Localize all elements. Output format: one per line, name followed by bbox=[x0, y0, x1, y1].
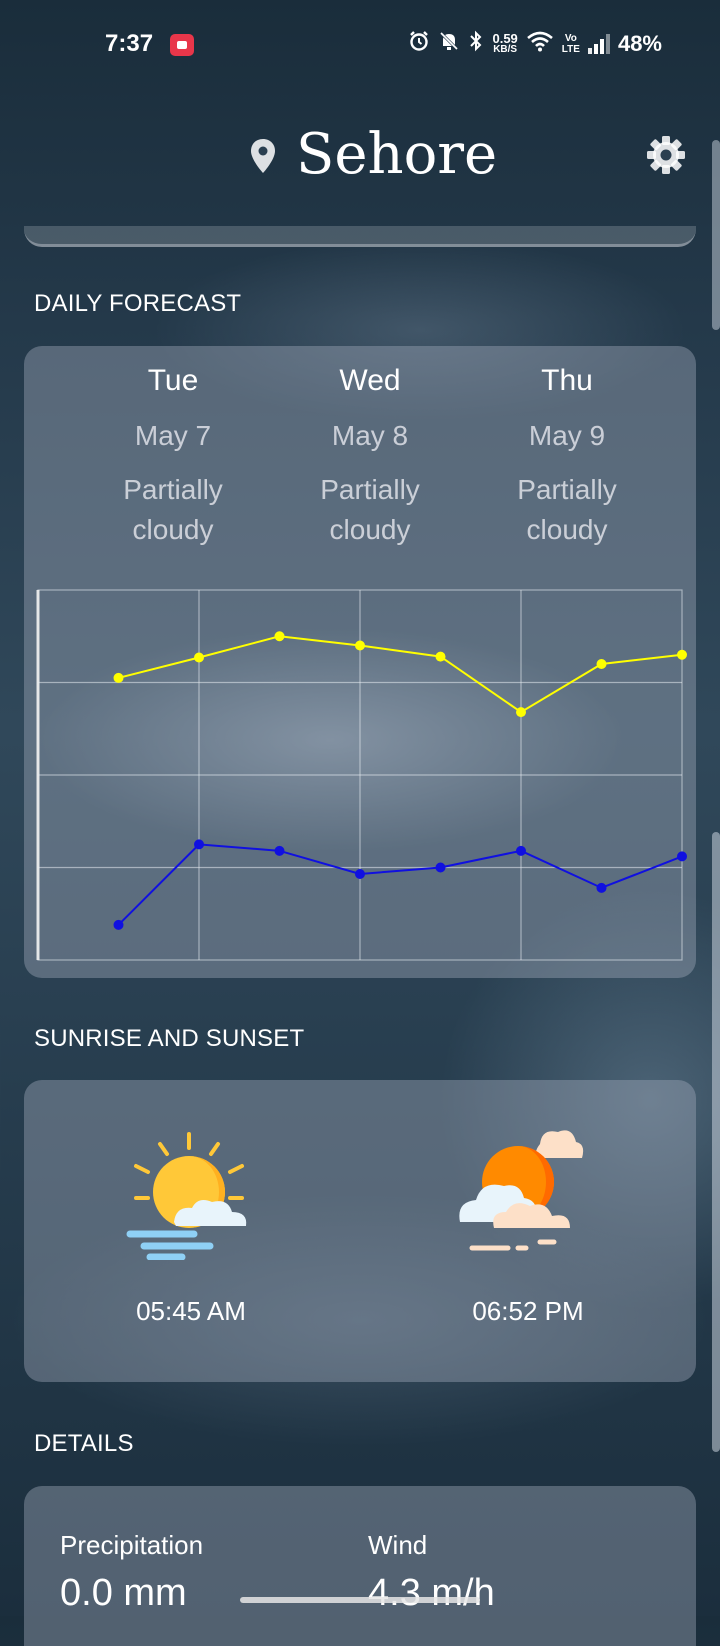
mute-icon bbox=[438, 30, 460, 57]
forecast-day-condition: Partially cloudy bbox=[73, 470, 273, 550]
forecast-day-name: Thu bbox=[541, 364, 593, 397]
app-header: Sehore bbox=[0, 110, 720, 210]
chart-point bbox=[596, 659, 607, 669]
volte-bottom: LTE bbox=[561, 43, 580, 55]
sunrise-sunset-card: 05:45 AM 06:52 PM bbox=[24, 1080, 696, 1382]
details-card: Precipitation 0.0 mm Wind 4.3 m/h bbox=[24, 1486, 696, 1646]
daily-forecast-title: DAILY FORECAST bbox=[34, 290, 242, 317]
chart-point bbox=[194, 839, 204, 850]
precipitation-value: 0.0 mm bbox=[60, 1572, 187, 1614]
volte-top: Vo bbox=[564, 32, 577, 44]
chart-series-line bbox=[117, 843, 683, 926]
network-speed-unit: KB/S bbox=[493, 43, 518, 55]
chart-point bbox=[355, 868, 365, 879]
sunrise-sunset-title: SUNRISE AND SUNSET bbox=[34, 1025, 305, 1052]
forecast-day-date: May 8 bbox=[331, 420, 409, 451]
sunset-time: 06:52 PM bbox=[472, 1296, 584, 1326]
location-pin-icon[interactable] bbox=[250, 138, 276, 179]
network-speed: 0.59 KB/S bbox=[492, 30, 518, 55]
scrollbar-thumb[interactable] bbox=[712, 832, 720, 1452]
forecast-condition-line1: Partially bbox=[123, 474, 223, 505]
network-speed-value: 0.59 bbox=[492, 30, 518, 46]
chart-point bbox=[355, 640, 365, 651]
chart-point bbox=[435, 651, 446, 662]
forecast-day-condition: Partially cloudy bbox=[270, 470, 470, 550]
chart-point bbox=[516, 707, 526, 718]
current-weather-card-edge bbox=[24, 226, 696, 247]
wind-label: Wind bbox=[368, 1530, 428, 1560]
forecast-condition-line1: Partially bbox=[517, 474, 617, 505]
forecast-condition-line1: Partially bbox=[320, 474, 420, 505]
forecast-day-date: May 7 bbox=[134, 420, 212, 451]
bluetooth-icon bbox=[468, 30, 484, 57]
volte-icon: Vo LTE bbox=[562, 33, 580, 55]
forecast-day: Thu May 9 Partially cloudy bbox=[467, 364, 667, 550]
chart-point bbox=[596, 882, 607, 893]
chart-point bbox=[113, 672, 124, 683]
forecast-day-date: May 9 bbox=[528, 420, 606, 451]
city-name[interactable]: Sehore bbox=[296, 122, 497, 187]
chart-point bbox=[113, 919, 124, 930]
forecast-condition-line2: cloudy bbox=[132, 514, 214, 545]
precipitation-label: Precipitation bbox=[60, 1530, 204, 1560]
chart-point bbox=[194, 652, 204, 663]
signal-icon bbox=[587, 33, 610, 54]
chart-point bbox=[516, 845, 526, 856]
screen-record-icon bbox=[170, 34, 194, 56]
chart-point bbox=[274, 845, 285, 856]
gear-icon[interactable] bbox=[645, 134, 687, 181]
daily-forecast-card[interactable]: Tue May 7 Partially cloudy Wed May 8 Par… bbox=[24, 346, 696, 978]
sunrise-icon bbox=[124, 1130, 254, 1265]
wind-value: 4.3 m/h bbox=[368, 1572, 495, 1614]
alarm-icon bbox=[408, 30, 430, 57]
forecast-condition-line2: cloudy bbox=[329, 514, 411, 545]
scrollbar-top[interactable] bbox=[712, 140, 720, 330]
forecast-day: Wed May 8 Partially cloudy bbox=[270, 364, 470, 550]
home-indicator[interactable] bbox=[240, 1597, 480, 1603]
chart-point bbox=[274, 631, 285, 642]
forecast-day-name: Wed bbox=[339, 364, 401, 397]
forecast-day-condition: Partially cloudy bbox=[467, 470, 667, 550]
chart-point bbox=[435, 862, 446, 873]
chart-series-line bbox=[118, 635, 683, 714]
temperature-chart bbox=[36, 589, 687, 961]
status-time: 7:37 bbox=[105, 30, 154, 57]
wifi-icon bbox=[526, 30, 554, 57]
forecast-condition-line2: cloudy bbox=[526, 514, 608, 545]
sunrise-time: 05:45 AM bbox=[136, 1296, 246, 1326]
forecast-day: Tue May 7 Partially cloudy bbox=[73, 364, 273, 550]
chart-point bbox=[677, 851, 687, 862]
chart-point bbox=[677, 649, 687, 660]
sunset-icon bbox=[454, 1124, 594, 1269]
forecast-day-name: Tue bbox=[147, 364, 199, 397]
details-title: DETAILS bbox=[34, 1430, 134, 1457]
status-icons: 0.59 KB/S Vo LTE 48% bbox=[408, 30, 662, 57]
battery-percent: 48% bbox=[617, 30, 662, 56]
status-bar: 7:37 0.59 KB/S Vo LTE 48% bbox=[0, 0, 720, 92]
